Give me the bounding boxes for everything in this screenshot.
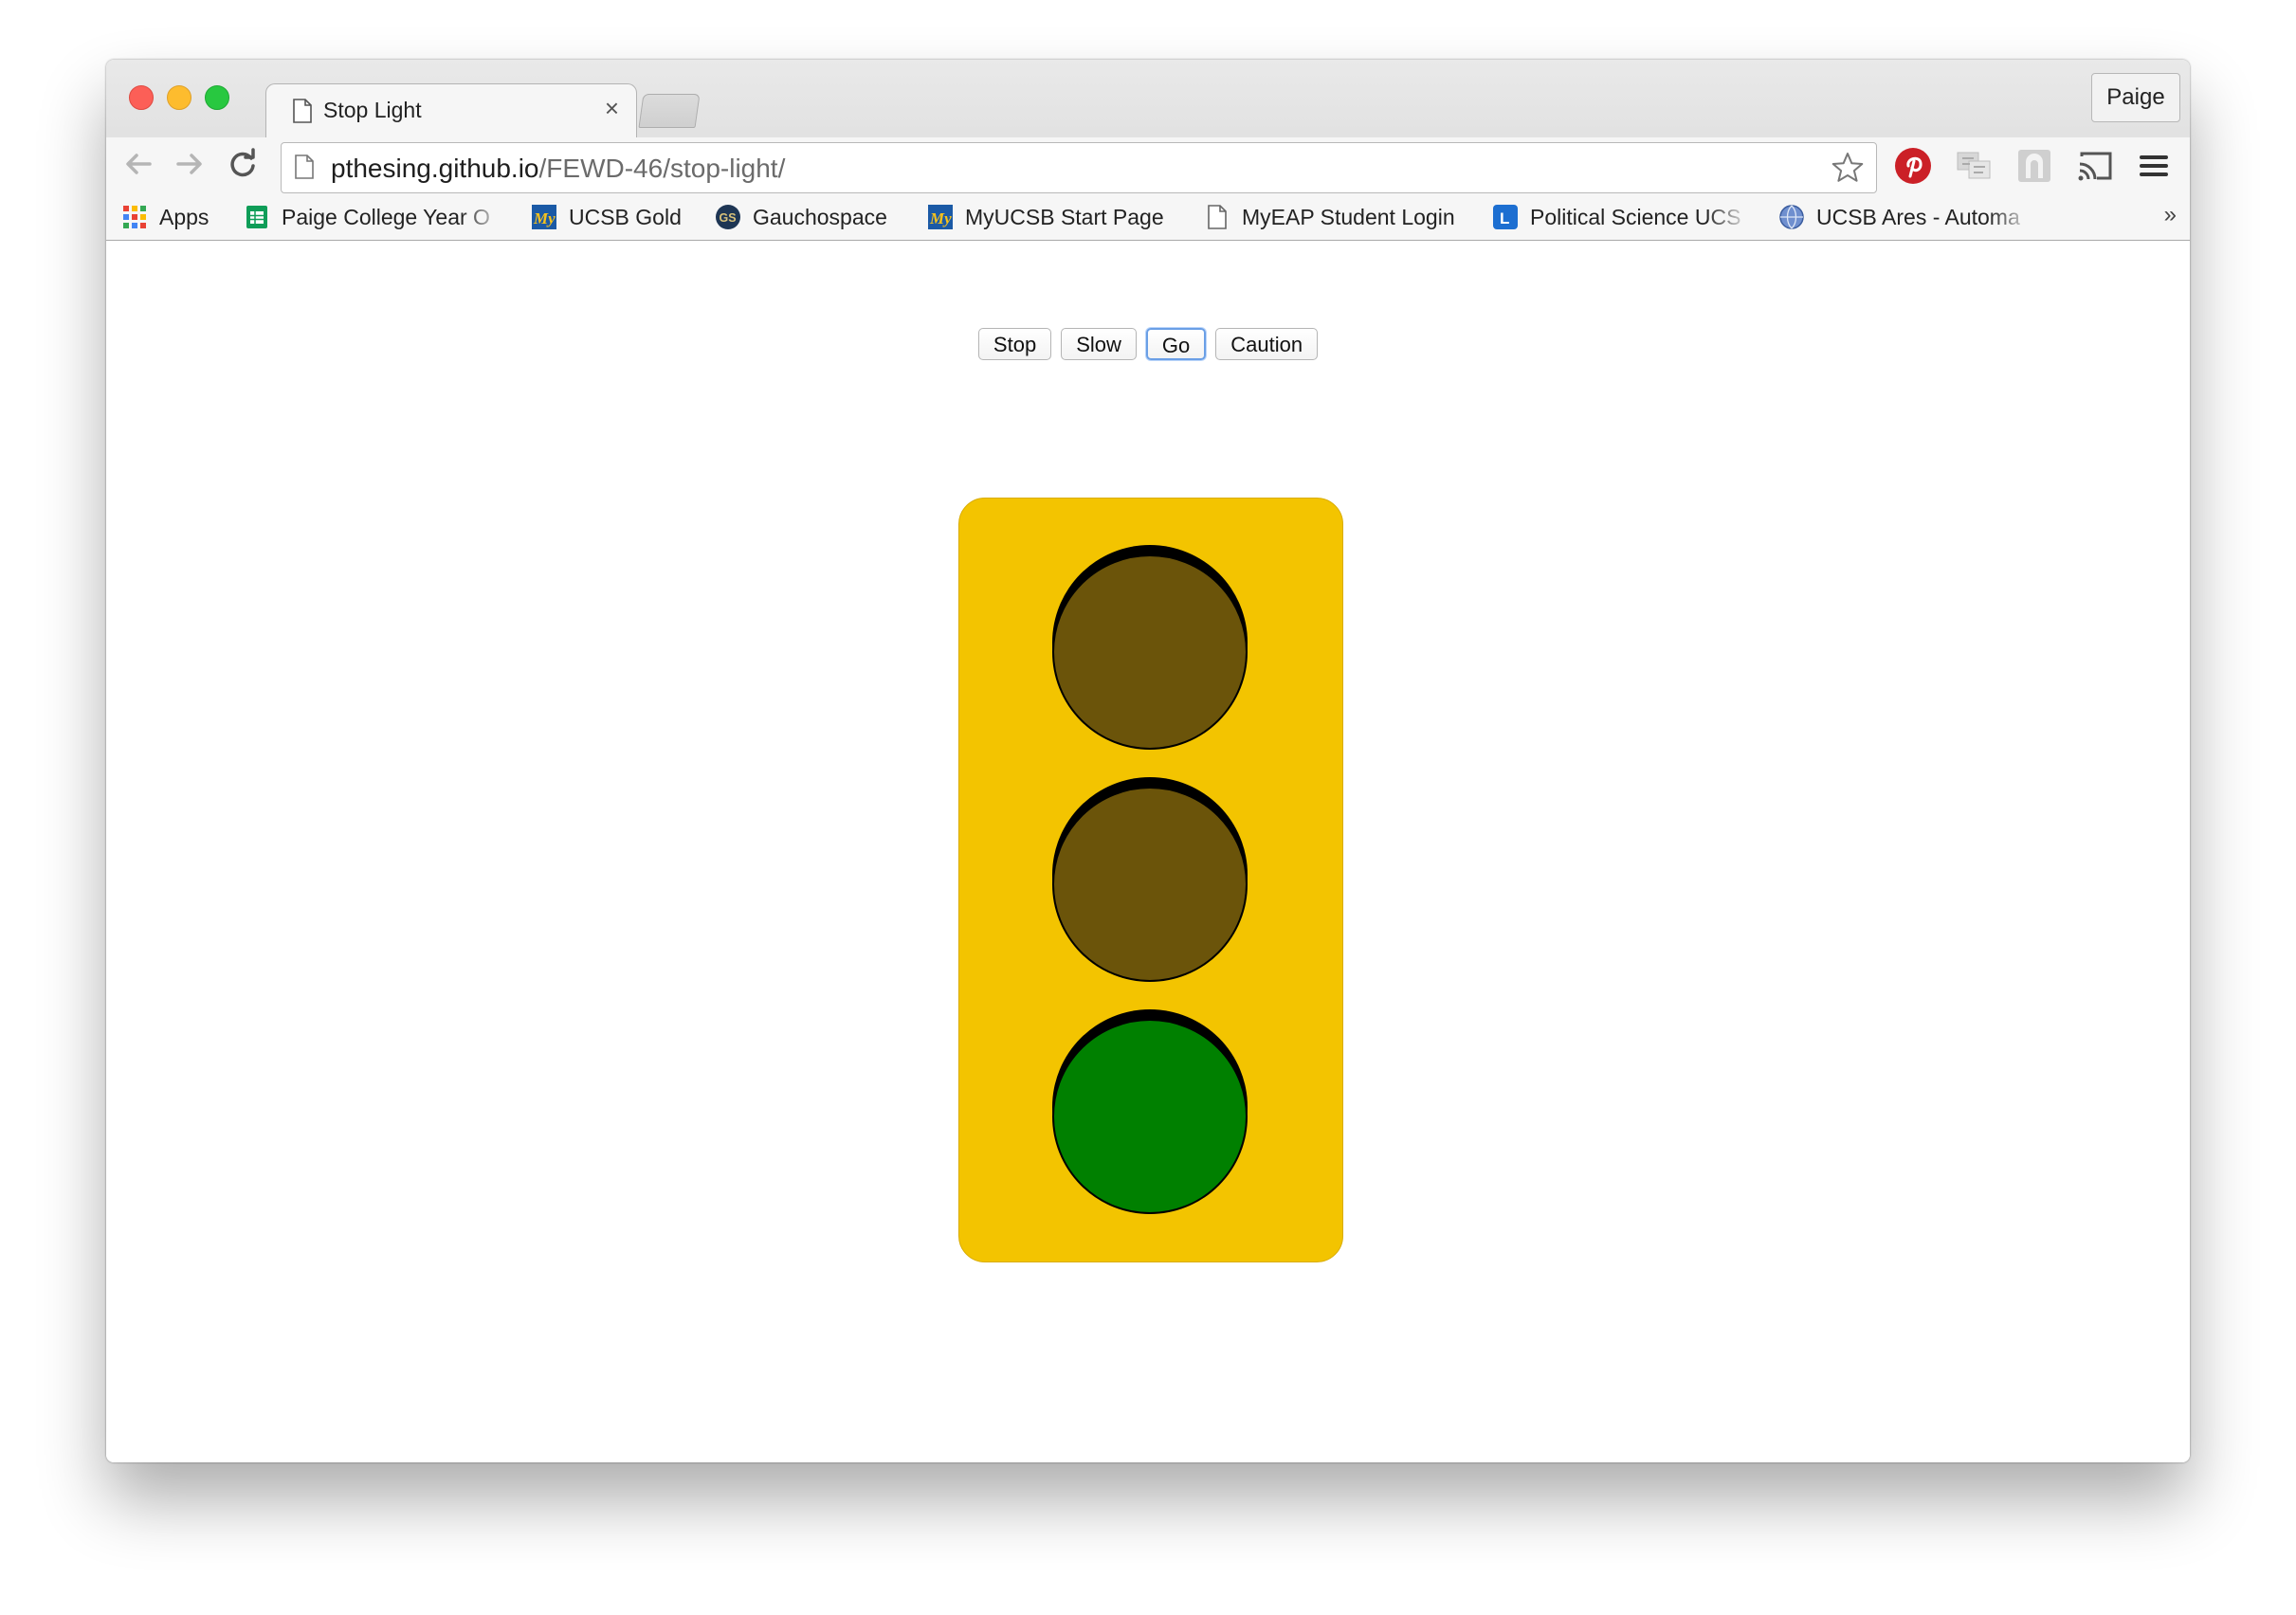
back-arrow-icon[interactable] (119, 145, 157, 183)
stoplight-housing (958, 498, 1343, 1262)
go-button[interactable]: Go (1145, 328, 1207, 360)
bookmark-myucsb-start-page[interactable]: My MyUCSB Start Page (927, 200, 1164, 234)
light-controls: Stop Slow Go Caution (106, 328, 2190, 360)
url-host: pthesing.github.io (331, 154, 539, 183)
apps-grid-icon (123, 206, 146, 228)
bookmark-label: MyEAP Student Login (1242, 204, 1455, 229)
page-icon (293, 99, 312, 123)
globe-icon (1779, 205, 1804, 229)
window-minimize-button[interactable] (167, 85, 191, 110)
bookmark-label: UCSB Gold (569, 204, 682, 229)
bookmark-label: Gauchospace (753, 204, 887, 229)
browser-toolbar: pthesing.github.io/FEWD-46/stop-light/ (106, 137, 2190, 194)
go-light-bulb (1052, 1019, 1248, 1214)
browser-titlebar: Stop Light × Paige pthesing.github.io/FE… (106, 60, 2190, 241)
url-path: /FEWD-46/stop-light/ (538, 154, 786, 183)
slow-button[interactable]: Slow (1061, 328, 1137, 360)
bookmark-label: Paige College Year O (282, 204, 490, 229)
stop-button[interactable]: Stop (977, 328, 1052, 360)
profile-button[interactable]: Paige (2091, 73, 2180, 122)
svg-text:GS: GS (720, 211, 737, 225)
bookmarks-overflow-icon[interactable]: » (2164, 202, 2177, 228)
bookmark-gauchospace[interactable]: GS Gauchospace (715, 200, 887, 234)
svg-text:My: My (533, 209, 556, 227)
address-bar[interactable]: pthesing.github.io/FEWD-46/stop-light/ (281, 142, 1877, 193)
browser-window: Stop Light × Paige pthesing.github.io/FE… (106, 60, 2190, 1462)
bookmark-apps[interactable]: Apps (121, 200, 209, 234)
menu-hamburger-icon[interactable] (2135, 147, 2173, 185)
gs-logo-icon: GS (716, 205, 740, 229)
url-text[interactable]: pthesing.github.io/FEWD-46/stop-light/ (331, 154, 785, 184)
sheets-icon (246, 206, 267, 228)
bookmark-political-science[interactable]: L Political Science UCS (1492, 200, 1750, 234)
pinterest-icon[interactable] (1894, 147, 1932, 185)
forward-arrow-icon[interactable] (171, 145, 209, 183)
svg-text:L: L (1500, 209, 1509, 227)
bookmark-label: UCSB Ares - Automa (1816, 204, 2020, 229)
caution-button[interactable]: Caution (1215, 328, 1319, 360)
cast-icon[interactable] (2076, 147, 2114, 185)
page-icon (1208, 205, 1227, 229)
l-logo-icon: L (1493, 205, 1518, 229)
bookmark-myeap-student-login[interactable]: MyEAP Student Login (1204, 200, 1455, 234)
my-logo-icon: My (928, 205, 953, 229)
my-logo-icon: My (532, 205, 556, 229)
translate-extension-icon[interactable] (1955, 147, 1993, 185)
window-close-button[interactable] (129, 85, 154, 110)
new-tab-button[interactable] (638, 94, 701, 128)
svg-text:My: My (929, 209, 952, 227)
stop-light-bulb (1052, 554, 1248, 750)
bookmark-label: Apps (159, 204, 210, 229)
bookmark-ucsb-gold[interactable]: My UCSB Gold (531, 200, 682, 234)
extension-arch-icon[interactable] (2015, 147, 2053, 185)
tab-close-icon[interactable]: × (605, 94, 619, 123)
bookmark-label: MyUCSB Start Page (965, 204, 1164, 229)
bookmark-label: Political Science UCS (1530, 204, 1741, 229)
bookmark-star-icon[interactable] (1831, 151, 1865, 185)
bookmark-paige-college-year[interactable]: Paige College Year O (244, 200, 505, 234)
reload-icon[interactable] (224, 145, 262, 183)
bookmark-ucsb-ares[interactable]: UCSB Ares - Automa (1778, 200, 2032, 234)
tab-title: Stop Light (323, 98, 422, 122)
page-info-icon[interactable] (295, 154, 314, 179)
window-maximize-button[interactable] (205, 85, 229, 110)
browser-tab[interactable]: Stop Light × (265, 83, 637, 139)
page-content: Stop Slow Go Caution (106, 241, 2190, 1462)
slow-light-bulb (1052, 787, 1248, 982)
bookmarks-bar: Apps Paige College Year O My UCSB Gold G… (106, 194, 2190, 240)
